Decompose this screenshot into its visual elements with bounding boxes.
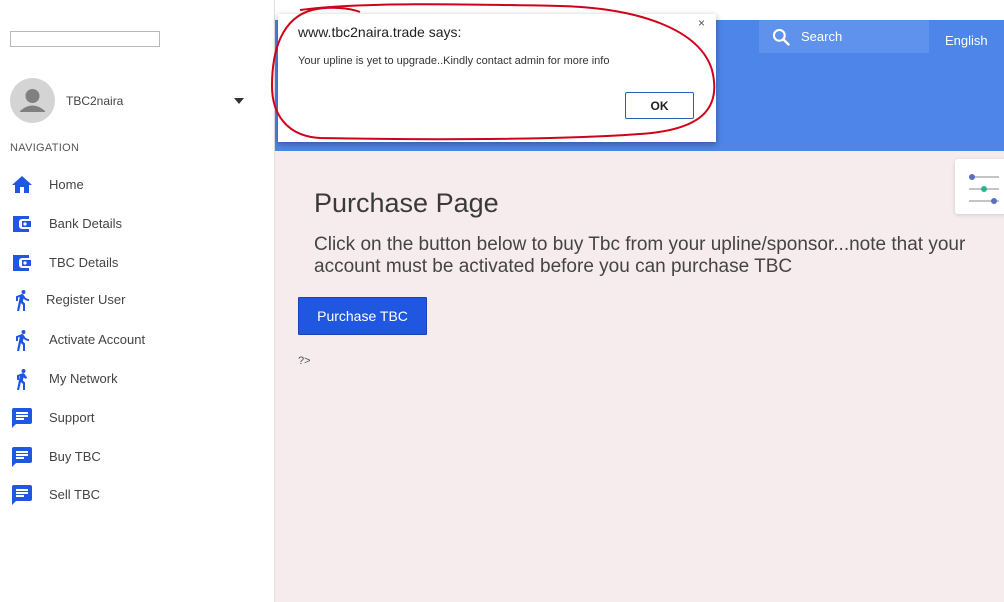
purchase-tbc-button[interactable]: Purchase TBC [298, 297, 427, 335]
user-menu[interactable]: TBC2naira [10, 78, 250, 124]
ok-button[interactable]: OK [625, 92, 694, 119]
main-content: Purchase Page Click on the button below … [275, 151, 1004, 602]
sidebar-item-label: Register User [46, 292, 126, 307]
sidebar-item-my-network[interactable]: My Network [10, 365, 260, 393]
language-selector[interactable]: English [945, 33, 988, 48]
sidebar-item-label: Bank Details [49, 216, 122, 231]
avatar [10, 78, 55, 123]
sidebar-item-label: Activate Account [49, 332, 146, 347]
sidebar-item-tbc-details[interactable]: TBC Details [10, 249, 260, 277]
wallet-icon [13, 255, 31, 271]
running-person-icon [16, 330, 29, 351]
sidebar-item-bank-details[interactable]: Bank Details [10, 210, 260, 238]
chevron-down-icon[interactable] [234, 98, 244, 104]
stray-text: ?> [298, 355, 311, 367]
sidebar-item-buy-tbc[interactable]: Buy TBC [10, 443, 260, 471]
wallet-icon [13, 216, 31, 232]
sidebar-item-label: Sell TBC [49, 487, 101, 502]
sidebar-item-register-user[interactable]: Register User [10, 286, 260, 314]
search-placeholder: Search [801, 29, 843, 44]
dialog-title: www.tbc2naira.trade says: [298, 24, 462, 40]
running-person-icon [16, 290, 29, 311]
sidebar-item-label: TBC Details [49, 255, 119, 270]
dialog-message: Your upline is yet to upgrade..Kindly co… [298, 55, 610, 67]
page-title: Purchase Page [314, 188, 499, 218]
sidebar-item-label: Buy TBC [49, 449, 101, 464]
close-icon[interactable]: × [698, 16, 705, 30]
sliders-icon [969, 174, 999, 204]
sidebar-item-label: My Network [49, 371, 118, 386]
sidebar: TBC2naira NAVIGATION Home Bank Details T… [0, 0, 275, 602]
alert-dialog: × www.tbc2naira.trade says: Your upline … [278, 14, 716, 142]
page-description: Click on the button below to buy Tbc fro… [314, 234, 966, 277]
message-icon [12, 408, 32, 428]
message-icon [12, 447, 32, 467]
sidebar-item-home[interactable]: Home [10, 171, 260, 199]
sidebar-item-activate-account[interactable]: Activate Account [10, 326, 260, 354]
sidebar-item-label: Support [49, 410, 95, 425]
settings-widget[interactable] [955, 159, 1004, 214]
home-icon [12, 176, 32, 193]
sidebar-item-support[interactable]: Support [10, 404, 260, 432]
nav-heading: NAVIGATION [10, 142, 80, 154]
sidebar-item-label: Home [49, 177, 84, 192]
search-input[interactable]: Search [759, 20, 929, 53]
sidebar-item-sell-tbc[interactable]: Sell TBC [10, 481, 260, 509]
message-icon [12, 485, 32, 505]
username: TBC2naira [66, 94, 124, 108]
walking-person-icon [17, 369, 27, 390]
search-icon [772, 28, 790, 46]
logo-image[interactable] [10, 31, 160, 47]
